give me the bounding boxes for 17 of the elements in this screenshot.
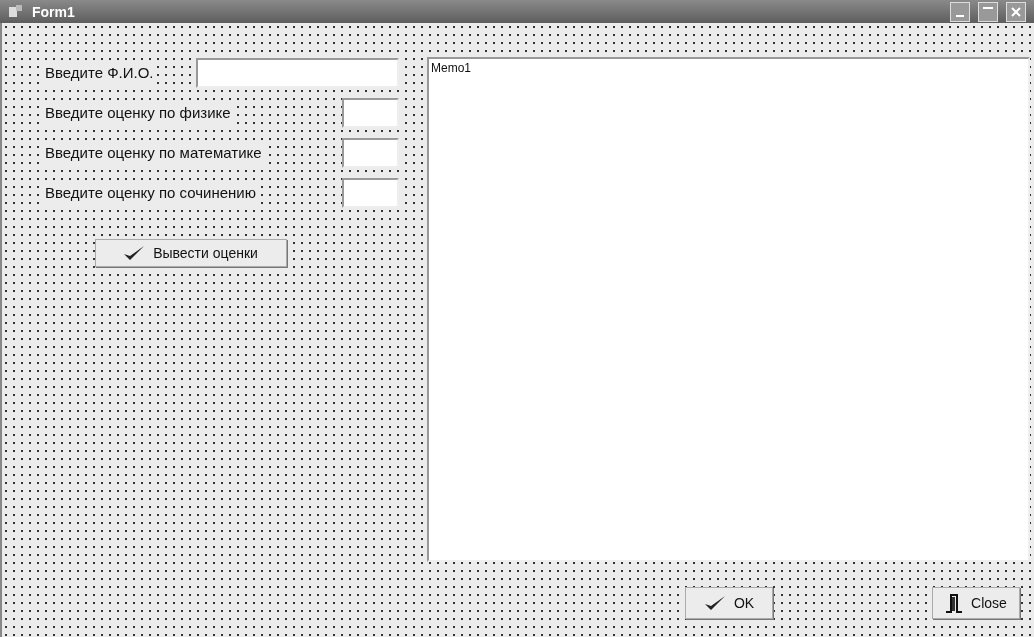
check-icon <box>123 245 146 261</box>
close-icon <box>1011 6 1021 17</box>
action-button[interactable]: Вывести оценки <box>94 239 287 267</box>
maximize-button[interactable] <box>978 1 998 22</box>
close-button[interactable] <box>1006 1 1026 22</box>
app-icon <box>8 3 24 20</box>
close-dialog-button[interactable]: Close <box>932 587 1020 619</box>
minimize-button[interactable] <box>950 1 970 22</box>
input-field[interactable] <box>342 138 399 168</box>
input-field[interactable] <box>342 98 399 128</box>
input-field[interactable] <box>342 178 399 208</box>
memo-field[interactable]: Memo1 <box>427 57 1030 562</box>
check-icon <box>703 595 726 611</box>
ok-button[interactable]: OK <box>685 587 773 619</box>
door-icon <box>945 593 964 613</box>
window-title: Form1 <box>32 2 75 22</box>
input-field[interactable] <box>196 58 399 88</box>
